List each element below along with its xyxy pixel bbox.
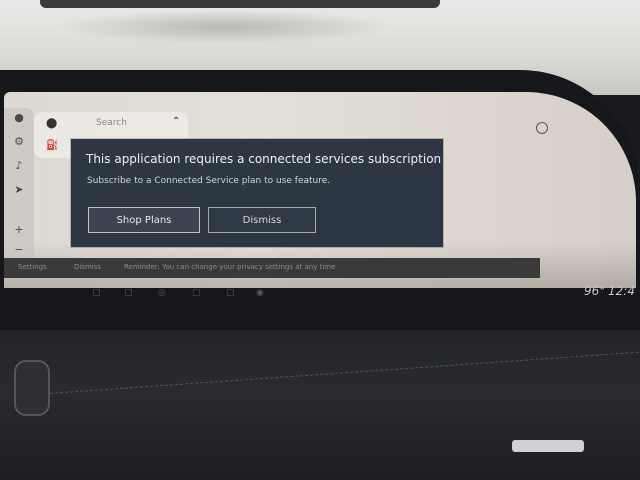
- zoom-out-button[interactable]: −: [11, 242, 27, 258]
- subscription-dialog: This application requires a connected se…: [71, 139, 443, 247]
- microphone-icon[interactable]: ●: [11, 110, 27, 126]
- vent-strip: [40, 0, 440, 8]
- left-control-rail: ● ⚙ ♪ ➤ + −: [4, 108, 34, 268]
- app-icon[interactable]: ▢: [226, 288, 235, 298]
- outside-temperature: 96°: [584, 284, 606, 298]
- chevron-up-icon[interactable]: ⌃: [172, 116, 180, 127]
- dialog-title: This application requires a connected se…: [86, 152, 442, 166]
- search-input[interactable]: Search: [96, 118, 127, 128]
- gear-icon[interactable]: ⚙: [11, 134, 27, 150]
- dashboard-lower: [0, 330, 640, 480]
- status-bar: Settings Dismiss Reminder: You can chang…: [4, 258, 540, 278]
- app-icon[interactable]: ▢: [124, 288, 133, 298]
- dismiss-button[interactable]: Dismiss: [208, 207, 316, 233]
- glovebox-handle: [512, 440, 584, 452]
- app-icon[interactable]: ◉: [256, 288, 264, 298]
- privacy-reminder: Reminder: You can change your privacy se…: [124, 263, 336, 271]
- dismiss-link[interactable]: Dismiss: [74, 263, 101, 271]
- zoom-in-button[interactable]: +: [11, 222, 27, 238]
- map-pin-icon: ⬤: [46, 118, 58, 129]
- app-icon[interactable]: ▢: [192, 288, 201, 298]
- drive-selector-knob: [14, 360, 50, 416]
- clock: 12:4: [608, 284, 635, 298]
- settings-link[interactable]: Settings: [18, 263, 47, 271]
- volume-icon[interactable]: ♪: [11, 158, 27, 174]
- app-icon[interactable]: ▢: [92, 288, 101, 298]
- fuel-icon[interactable]: ⛽: [46, 140, 58, 151]
- status-circle-icon: [536, 122, 548, 134]
- dashboard-shadow: [60, 10, 390, 44]
- dialog-message: Subscribe to a Connected Service plan to…: [87, 176, 331, 186]
- app-icon[interactable]: ◎: [158, 288, 166, 298]
- compass-icon[interactable]: ➤: [11, 182, 27, 198]
- shop-plans-button[interactable]: Shop Plans: [88, 207, 200, 233]
